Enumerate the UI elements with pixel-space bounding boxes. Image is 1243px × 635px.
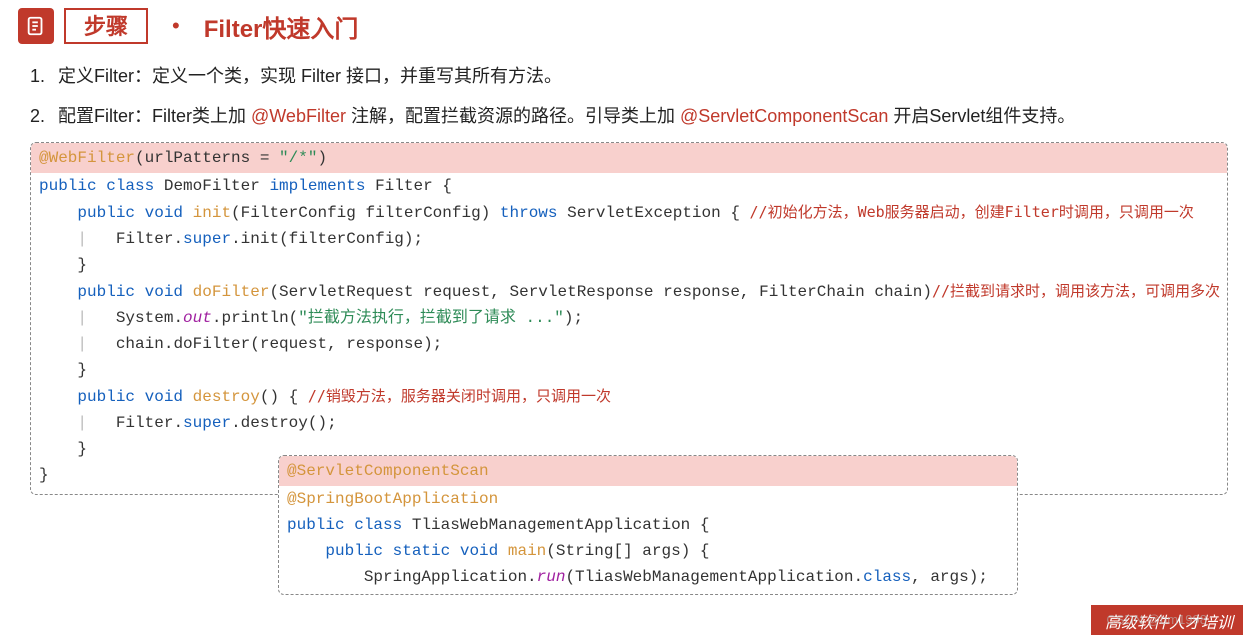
list-item: 1.定义Filter：定义一个类，实现 Filter 接口，并重写其所有方法。 [30, 62, 1243, 88]
code-text: , args); [911, 568, 988, 586]
code-text: chain.doFilter(request, response); [116, 335, 442, 353]
code-body: public class DemoFilter implements Filte… [31, 173, 1227, 488]
code-text: System. [116, 309, 183, 327]
list-text: 开启Servlet组件支持。 [888, 106, 1075, 126]
kw: public [77, 204, 135, 222]
method-name: doFilter [193, 283, 270, 301]
kw: public [39, 177, 97, 195]
code-text: } [77, 440, 87, 458]
code-comment: //销毁方法，服务器关闭时调用，只调用一次 [308, 387, 611, 405]
code-text: Filter. [116, 414, 183, 432]
code-text: (FilterConfig filterConfig) [231, 204, 500, 222]
code-text: () { [260, 388, 308, 406]
code-text: (TliasWebManagementApplication. [565, 568, 863, 586]
code-text: DemoFilter [154, 177, 269, 195]
code-text: .destroy(); [231, 414, 337, 432]
kw: static [393, 542, 451, 560]
code-text: ); [564, 309, 583, 327]
kw: class [354, 516, 402, 534]
code-block-application: @ServletComponentScan @SpringBootApplica… [278, 455, 1018, 595]
kw: implements [269, 177, 365, 195]
kw: public [77, 283, 135, 301]
code-text: .println( [212, 309, 298, 327]
code-block-filter: @WebFilter(urlPatterns = "/*") public cl… [30, 142, 1228, 495]
annotation-webfilter: @WebFilter [251, 106, 346, 126]
code-comment: //初始化方法，Web服务器启动，创建Filter时调用，只调用一次 [750, 203, 1194, 221]
method-name: main [508, 542, 546, 560]
code-annotation: @WebFilter [39, 149, 135, 167]
kw: throws [500, 204, 558, 222]
static-field: out [183, 309, 212, 327]
code-text: ServletException { [558, 204, 750, 222]
code-comment: //拦截到请求时，调用该方法，可调用多次 [932, 282, 1220, 300]
method-name: destroy [193, 388, 260, 406]
list-text: 定义Filter：定义一个类，实现 Filter 接口，并重写其所有方法。 [58, 66, 562, 86]
kw: public [77, 388, 135, 406]
kw: void [460, 542, 498, 560]
kw: super [183, 230, 231, 248]
code-text: (String[] args) { [546, 542, 709, 560]
kw: super [183, 414, 231, 432]
list-text: 配置Filter：Filter类上加 [58, 106, 251, 126]
code-text: SpringApplication. [364, 568, 537, 586]
kw: class [106, 177, 154, 195]
kw: void [145, 204, 183, 222]
code-body: @SpringBootApplication public class Tlia… [279, 486, 1017, 590]
kw: class [863, 568, 911, 586]
highlight-line: @WebFilter(urlPatterns = "/*") [31, 143, 1227, 173]
steps-list: 1.定义Filter：定义一个类，实现 Filter 接口，并重写其所有方法。 … [0, 44, 1243, 128]
annotation-servletcomponentscan: @ServletComponentScan [680, 106, 888, 126]
doc-icon [18, 8, 54, 44]
code-string: "/*" [279, 149, 317, 167]
code-text: .init(filterConfig); [231, 230, 423, 248]
code-text: } [39, 466, 49, 484]
list-num: 2. [30, 106, 58, 127]
list-num: 1. [30, 66, 58, 87]
bullet-icon: • [172, 13, 180, 39]
code-annotation: @SpringBootApplication [287, 490, 498, 508]
code-string: "拦截方法执行，拦截到了请求 ..." [298, 309, 564, 327]
section-title: Filter快速入门 [204, 9, 359, 44]
static-method: run [537, 568, 566, 586]
highlight-line: @ServletComponentScan [279, 456, 1017, 486]
method-name: init [193, 204, 231, 222]
code-text: Filter. [116, 230, 183, 248]
code-text: } [77, 361, 87, 379]
step-badge: 步骤 [64, 8, 148, 44]
list-item: 2.配置Filter：Filter类上加 @WebFilter 注解，配置拦截资… [30, 102, 1243, 128]
code-text: ) [317, 149, 327, 167]
footer-badge: 高级软件人才培训 [1091, 605, 1243, 635]
kw: public [325, 542, 383, 560]
kw: void [145, 283, 183, 301]
code-text: (urlPatterns = [135, 149, 279, 167]
code-text: TliasWebManagementApplication { [402, 516, 709, 534]
slide-header: 步骤 • Filter快速入门 [0, 0, 1243, 44]
code-text: Filter { [365, 177, 451, 195]
code-text: (ServletRequest request, ServletResponse… [269, 283, 932, 301]
code-annotation: @ServletComponentScan [287, 462, 489, 480]
code-text: } [77, 256, 87, 274]
kw: public [287, 516, 345, 534]
list-text: 注解，配置拦截资源的路径。引导类上加 [346, 106, 680, 126]
kw: void [145, 388, 183, 406]
